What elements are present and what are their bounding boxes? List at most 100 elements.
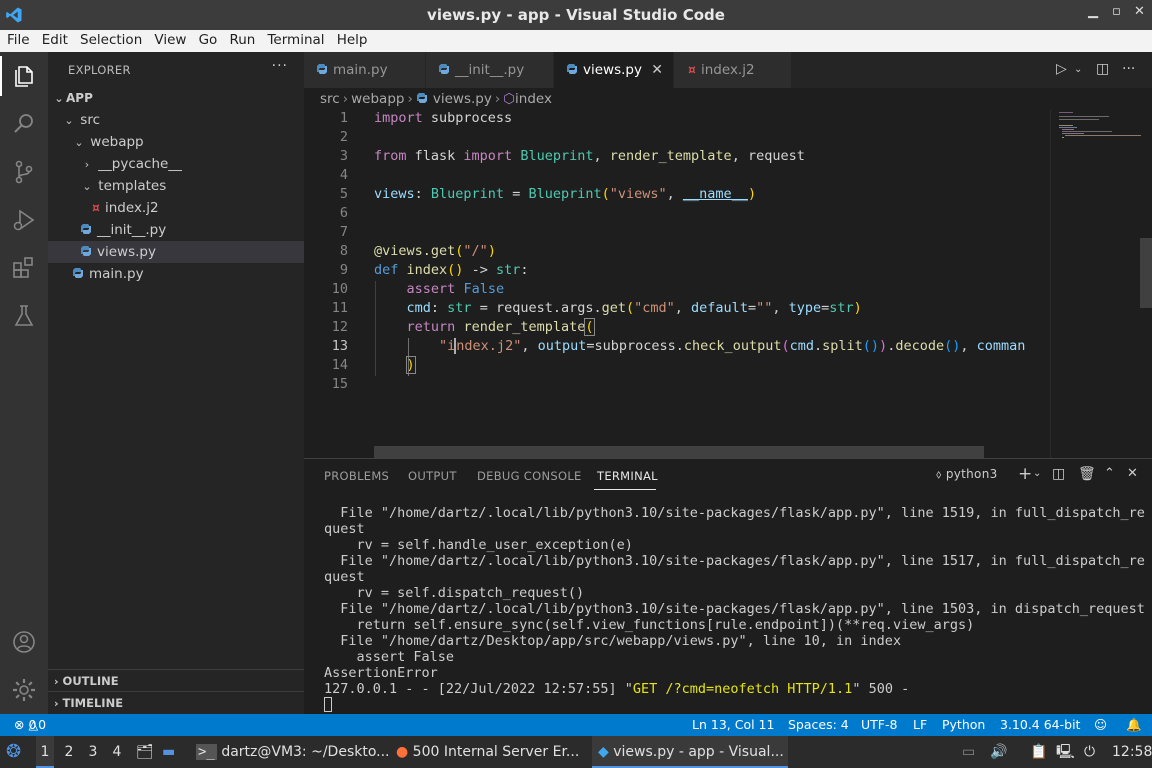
network-icon[interactable]: 🖳 xyxy=(1056,736,1076,768)
volume-icon[interactable]: 🔊 xyxy=(990,736,1010,768)
tab-problems[interactable]: PROBLEMS xyxy=(324,469,389,483)
split-editor-icon[interactable]: ◫ xyxy=(1096,61,1109,77)
tab-main-py[interactable]: main.py xyxy=(304,52,426,88)
encoding[interactable]: UTF-8 xyxy=(861,714,897,736)
tab-index-j2[interactable]: ¤ index.j2 xyxy=(674,52,792,88)
active-indicator xyxy=(0,56,2,96)
tree-folder-webapp[interactable]: ⌄ webapp xyxy=(48,131,304,153)
line-number: 6 xyxy=(339,205,348,221)
language-mode[interactable]: Python xyxy=(942,714,985,736)
breadcrumb-index[interactable]: index xyxy=(515,91,552,107)
more-actions-icon[interactable]: ··· xyxy=(1122,61,1135,77)
explorer-icon[interactable] xyxy=(10,62,38,90)
search-icon[interactable] xyxy=(10,110,38,138)
task-firefox[interactable]: ● 500 Internal Server Er... xyxy=(394,736,588,768)
line-number: 4 xyxy=(339,167,348,183)
feedback-icon[interactable]: ☺ xyxy=(1094,714,1107,736)
vertical-scrollbar[interactable] xyxy=(1140,238,1152,308)
clipboard-icon[interactable]: 📋 xyxy=(1030,736,1048,768)
chevron-down-icon[interactable]: ⌄ xyxy=(1033,468,1042,479)
cursor-position[interactable]: Ln 13, Col 11 xyxy=(692,714,774,736)
terminal-cursor[interactable] xyxy=(324,697,332,713)
task-vscode[interactable]: ◆ views.py - app - Visual... xyxy=(592,736,788,768)
explorer-title: EXPLORER xyxy=(68,63,131,77)
account-icon[interactable] xyxy=(10,628,38,656)
breadcrumb-src[interactable]: src xyxy=(320,91,340,107)
end-of-line[interactable]: LF xyxy=(913,714,927,736)
line-number: 10 xyxy=(331,281,348,297)
tree-file-init-py[interactable]: __init__.py xyxy=(48,219,304,241)
workspace-3[interactable]: 3 xyxy=(86,736,100,768)
start-menu-icon[interactable]: ❂ xyxy=(6,736,28,768)
python-file-icon xyxy=(81,224,91,234)
split-terminal-icon[interactable]: ◫ xyxy=(1052,466,1066,482)
workspace-4[interactable]: 4 xyxy=(110,736,124,768)
window-title: views.py - app - Visual Studio Code xyxy=(427,6,725,24)
tree-file-views-py[interactable]: views.py xyxy=(48,241,304,263)
tree-folder-pycache[interactable]: › __pycache__ xyxy=(48,153,304,175)
trash-icon[interactable]: 🗑 xyxy=(1078,466,1096,482)
breadcrumb-webapp[interactable]: webapp xyxy=(351,91,404,107)
cube-symbol-icon: ⬡ xyxy=(503,91,516,107)
tab-terminal[interactable]: TERMINAL xyxy=(597,469,658,483)
code-editor[interactable]: 1 2 3 4 5 6 7 8 9 10 11 12 13 14 15 impo… xyxy=(304,110,1152,458)
horizontal-scrollbar[interactable] xyxy=(374,446,984,458)
tab-views-py[interactable]: views.py ✕ xyxy=(554,52,674,88)
terminal-shell-selector[interactable]: ⬨ python3 xyxy=(936,467,998,482)
settings-gear-icon[interactable] xyxy=(10,676,38,704)
run-debug-icon[interactable] xyxy=(10,206,38,234)
workspace-2[interactable]: 2 xyxy=(62,736,76,768)
workspace-1[interactable]: 1 xyxy=(36,736,54,768)
maximize-icon[interactable]: ▫ xyxy=(1112,4,1121,19)
chevron-down-icon: ⌄ xyxy=(74,136,84,149)
terminal-line: quest xyxy=(324,521,365,537)
tree-folder-src[interactable]: ⌄ src xyxy=(48,109,304,131)
file-manager-icon[interactable]: 🗂 xyxy=(136,736,156,768)
menu-terminal[interactable]: Terminal xyxy=(267,30,324,48)
extensions-icon[interactable] xyxy=(10,254,38,282)
tab-init-py[interactable]: __init__.py xyxy=(426,52,554,88)
os-taskbar: ❂ 1 2 3 4 🗂 ▬ >_ dartz@VM3: ~/Deskto... … xyxy=(0,736,1152,768)
tree-file-index-j2[interactable]: ¤ index.j2 xyxy=(48,197,304,219)
more-actions-icon[interactable]: ··· xyxy=(272,58,288,74)
line-number: 7 xyxy=(339,224,348,240)
close-window-icon[interactable]: ✕ xyxy=(1134,4,1145,19)
tree-folder-templates[interactable]: ⌄ templates xyxy=(48,175,304,197)
minimap[interactable] xyxy=(1050,110,1141,458)
tray-disk-icon[interactable]: ▭ xyxy=(962,736,982,768)
line-number: 12 xyxy=(331,319,348,335)
maximize-panel-icon[interactable]: ⌃ xyxy=(1104,466,1115,481)
problems-status[interactable]: ⊗ 0 △ 0 xyxy=(14,714,46,736)
chevron-down-icon[interactable]: ⌄ xyxy=(1074,64,1082,75)
tree-root-app[interactable]: ⌄ APP xyxy=(48,87,304,109)
close-tab-icon[interactable]: ✕ xyxy=(651,52,663,88)
outline-section[interactable]: › OUTLINE xyxy=(48,669,304,691)
tab-output[interactable]: OUTPUT xyxy=(408,469,457,483)
jinja-file-icon: ¤ xyxy=(92,201,100,215)
menu-edit[interactable]: Edit xyxy=(42,30,68,48)
menu-help[interactable]: Help xyxy=(337,30,368,48)
menu-selection[interactable]: Selection xyxy=(80,30,142,48)
indentation[interactable]: Spaces: 4 xyxy=(788,714,849,736)
minimize-icon[interactable]: ▁ xyxy=(1088,4,1098,19)
line-number: 5 xyxy=(339,186,348,202)
new-terminal-icon[interactable]: + xyxy=(1018,464,1033,484)
line-number: 8 xyxy=(339,243,348,259)
testing-icon[interactable] xyxy=(10,302,38,330)
menu-run[interactable]: Run xyxy=(229,30,255,48)
menu-view[interactable]: View xyxy=(154,30,186,48)
run-file-icon[interactable]: ▷ xyxy=(1056,61,1067,77)
source-control-icon[interactable] xyxy=(10,158,38,186)
timeline-section[interactable]: › TIMELINE xyxy=(48,691,304,713)
notifications-bell-icon[interactable]: 🔔 xyxy=(1126,714,1142,736)
tree-file-main-py[interactable]: main.py xyxy=(48,263,304,285)
python-interpreter[interactable]: 3.10.4 64-bit xyxy=(1000,714,1080,736)
menu-go[interactable]: Go xyxy=(199,30,218,48)
close-panel-icon[interactable]: ✕ xyxy=(1127,466,1138,481)
tab-debug-console[interactable]: DEBUG CONSOLE xyxy=(477,469,582,483)
task-terminal[interactable]: >_ dartz@VM3: ~/Deskto... xyxy=(192,736,388,768)
menu-file[interactable]: File xyxy=(7,30,30,48)
breadcrumb-views-py[interactable]: views.py xyxy=(433,91,492,107)
show-desktop-icon[interactable]: ▬ xyxy=(162,736,184,768)
power-icon[interactable]: ⏻ xyxy=(1084,736,1104,768)
